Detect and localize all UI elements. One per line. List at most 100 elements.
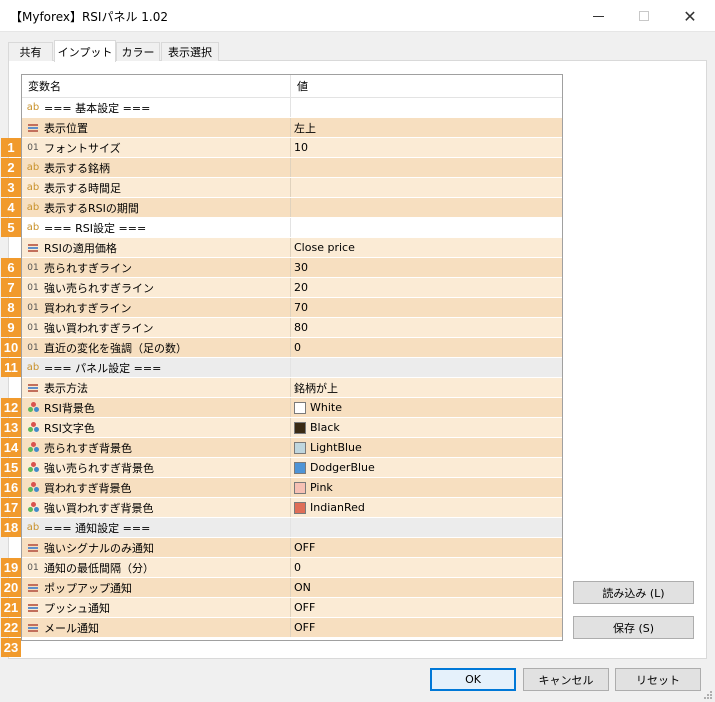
string-type-icon: ab — [26, 182, 40, 193]
tab-input[interactable]: インプット — [54, 40, 116, 62]
tab-display-select[interactable]: 表示選択 — [161, 42, 219, 61]
parameter-value-cell[interactable]: OFF — [291, 598, 562, 617]
row-number-badge: 21 — [1, 598, 21, 617]
save-button[interactable]: 保存 (S) — [573, 616, 694, 639]
parameter-value-cell[interactable] — [291, 98, 562, 117]
parameter-value-cell[interactable]: DodgerBlue — [291, 458, 562, 477]
number-type-icon: 01 — [27, 302, 39, 313]
load-button[interactable]: 読み込み (L) — [573, 581, 694, 604]
color-type-icon — [28, 442, 39, 453]
section-row[interactable]: ab === RSI設定 === — [22, 218, 562, 238]
parameter-name-cell: ab === RSI設定 === — [22, 218, 291, 237]
parameter-value-cell[interactable]: 銘柄が上 — [291, 378, 562, 397]
number-type-icon: 01 — [27, 562, 39, 573]
parameter-name: 強い買われすぎ背景色 — [44, 501, 154, 515]
parameter-value-cell[interactable]: OFF — [291, 618, 562, 637]
parameter-row[interactable]: 01 通知の最低間隔（分） 0 — [22, 558, 562, 578]
parameter-name: 買われすぎライン — [44, 301, 132, 315]
parameter-value-cell[interactable]: 0 — [291, 558, 562, 577]
parameter-value-cell[interactable] — [291, 198, 562, 217]
cancel-button[interactable]: キャンセル — [523, 668, 609, 691]
parameter-row[interactable]: ポップアップ通知 ON — [22, 578, 562, 598]
parameter-row[interactable]: 表示位置 左上 — [22, 118, 562, 138]
row-number-badge: 5 — [1, 218, 21, 237]
parameter-name-cell: 01 強い売られすぎライン — [22, 278, 291, 297]
color-swatch — [294, 481, 306, 494]
close-button[interactable]: ✕ — [667, 0, 713, 32]
parameter-value-cell[interactable] — [291, 518, 562, 537]
parameter-value-cell[interactable] — [291, 218, 562, 237]
parameter-row[interactable]: メール通知 OFF — [22, 618, 562, 638]
parameter-value-cell[interactable]: White — [291, 398, 562, 417]
tab-shared[interactable]: 共有 — [8, 42, 53, 61]
minimize-button[interactable] — [575, 0, 621, 32]
parameter-value-cell[interactable] — [291, 158, 562, 177]
parameter-name: === 基本設定 === — [44, 101, 151, 115]
parameter-value: 0 — [294, 561, 301, 574]
parameter-name-cell: ポップアップ通知 — [22, 578, 291, 597]
parameter-value-cell[interactable]: Pink — [291, 478, 562, 497]
parameter-value: 80 — [294, 321, 308, 334]
section-row[interactable]: ab === パネル設定 === — [22, 358, 562, 378]
parameter-value-cell[interactable]: 20 — [291, 278, 562, 297]
color-type-icon — [28, 482, 39, 493]
section-row[interactable]: ab === 通知設定 === — [22, 518, 562, 538]
parameter-row[interactable]: プッシュ通知 OFF — [22, 598, 562, 618]
parameter-row[interactable]: 01 直近の変化を強調（足の数） 0 — [22, 338, 562, 358]
parameter-row[interactable]: RSI背景色 White — [22, 398, 562, 418]
parameter-row[interactable]: 売られすぎ背景色 LightBlue — [22, 438, 562, 458]
maximize-button[interactable] — [621, 0, 667, 32]
parameter-row[interactable]: RSI文字色 Black — [22, 418, 562, 438]
enum-type-icon — [28, 603, 38, 612]
parameter-value-cell[interactable] — [291, 178, 562, 197]
parameter-name: === パネル設定 === — [44, 361, 162, 375]
row-number-badge: 16 — [1, 478, 21, 497]
tab-color[interactable]: カラー — [116, 42, 160, 61]
parameter-row[interactable]: ab 表示する時間足 — [22, 178, 562, 198]
parameter-row[interactable]: 01 売られすぎライン 30 — [22, 258, 562, 278]
title-bar: 【Myforex】RSIパネル 1.02 ✕ — [0, 0, 715, 32]
parameter-row[interactable]: 買われすぎ背景色 Pink — [22, 478, 562, 498]
enum-type-icon — [28, 383, 38, 392]
parameter-row[interactable]: 01 フォントサイズ 10 — [22, 138, 562, 158]
parameter-row[interactable]: 表示方法 銘柄が上 — [22, 378, 562, 398]
parameter-row[interactable]: ab 表示する銘柄 — [22, 158, 562, 178]
parameter-row[interactable]: 01 強い買われすぎライン 80 — [22, 318, 562, 338]
column-header-name[interactable]: 変数名 — [22, 75, 291, 98]
parameter-row[interactable]: 強い売られすぎ背景色 DodgerBlue — [22, 458, 562, 478]
parameter-row[interactable]: 01 強い売られすぎライン 20 — [22, 278, 562, 298]
number-type-icon: 01 — [27, 262, 39, 273]
parameter-name: プッシュ通知 — [44, 601, 110, 615]
string-type-icon: ab — [26, 102, 40, 113]
parameter-value-cell[interactable] — [291, 358, 562, 377]
parameter-value: OFF — [294, 601, 316, 614]
ok-button[interactable]: OK — [430, 668, 516, 691]
parameter-name-cell: ab 表示する時間足 — [22, 178, 291, 197]
enum-type-icon — [28, 583, 38, 592]
parameter-row[interactable]: RSIの適用価格 Close price — [22, 238, 562, 258]
parameter-value-cell[interactable]: 10 — [291, 138, 562, 157]
parameter-row[interactable]: 強い買われすぎ背景色 IndianRed — [22, 498, 562, 518]
parameter-value-cell[interactable]: 左上 — [291, 118, 562, 137]
parameter-value-cell[interactable]: 80 — [291, 318, 562, 337]
parameter-value-cell[interactable]: OFF — [291, 538, 562, 557]
parameter-value-cell[interactable]: Close price — [291, 238, 562, 257]
parameter-value-cell[interactable]: Black — [291, 418, 562, 437]
parameter-value-cell[interactable]: LightBlue — [291, 438, 562, 457]
column-header-value[interactable]: 値 — [291, 75, 562, 98]
enum-type-icon — [28, 543, 38, 552]
section-row[interactable]: ab === 基本設定 === — [22, 98, 562, 118]
parameter-value: Black — [310, 421, 340, 434]
parameter-name: 強いシグナルのみ通知 — [44, 541, 154, 555]
parameter-row[interactable]: 01 買われすぎライン 70 — [22, 298, 562, 318]
resize-grip-icon[interactable] — [703, 690, 713, 700]
parameter-value-cell[interactable]: 70 — [291, 298, 562, 317]
parameter-row[interactable]: 強いシグナルのみ通知 OFF — [22, 538, 562, 558]
parameter-value-cell[interactable]: ON — [291, 578, 562, 597]
parameter-value-cell[interactable]: 0 — [291, 338, 562, 357]
parameter-row[interactable]: ab 表示するRSIの期間 — [22, 198, 562, 218]
parameter-name-cell: ab === パネル設定 === — [22, 358, 291, 377]
reset-button[interactable]: リセット — [615, 668, 701, 691]
parameter-value-cell[interactable]: IndianRed — [291, 498, 562, 517]
parameter-value-cell[interactable]: 30 — [291, 258, 562, 277]
